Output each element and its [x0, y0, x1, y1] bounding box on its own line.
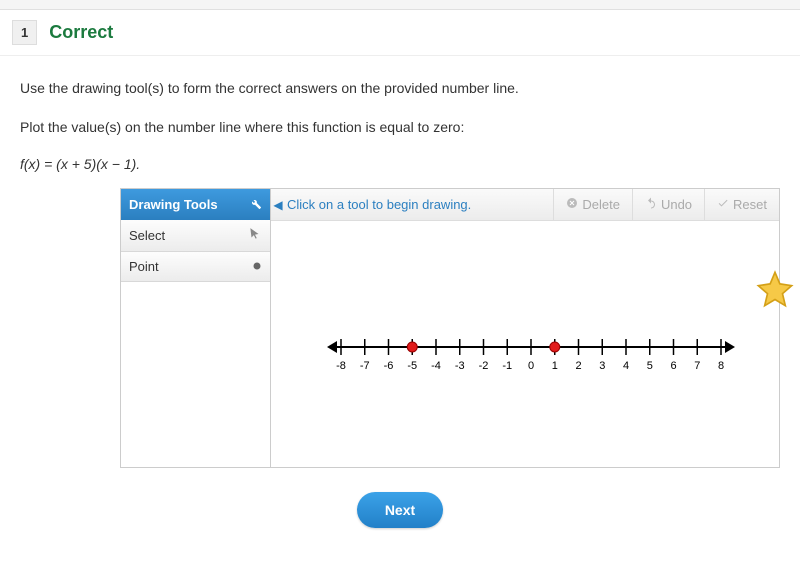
svg-text:7: 7	[694, 360, 700, 372]
wrench-icon	[248, 196, 262, 213]
instruction-line-1: Use the drawing tool(s) to form the corr…	[20, 78, 780, 99]
undo-label: Undo	[661, 197, 692, 212]
delete-label: Delete	[582, 197, 620, 212]
number-line[interactable]: -8 -7 -6 -5 -4 -3 -2 -1 0 1 2 3 4 5 6 7 8	[321, 329, 741, 382]
svg-text:-3: -3	[455, 360, 465, 372]
formula: f(x) = (x + 5)(x − 1).	[20, 156, 780, 172]
status-label: Correct	[49, 22, 113, 43]
question-number: 1	[12, 20, 37, 45]
tool-label: Select	[129, 228, 165, 243]
tools-panel: Drawing Tools Select Point	[121, 189, 271, 467]
svg-text:-1: -1	[502, 360, 512, 372]
delete-button[interactable]: Delete	[553, 189, 632, 220]
canvas-area[interactable]: ◀ Click on a tool to begin drawing. Dele…	[271, 189, 779, 467]
tools-title: Drawing Tools	[129, 197, 218, 212]
svg-text:-7: -7	[360, 360, 370, 372]
svg-text:4: 4	[623, 360, 629, 372]
reset-button[interactable]: Reset	[704, 189, 779, 220]
plotted-point[interactable]	[550, 342, 560, 352]
undo-button[interactable]: Undo	[632, 189, 704, 220]
hint-text: Click on a tool to begin drawing.	[285, 197, 553, 212]
tool-select[interactable]: Select	[121, 220, 270, 252]
delete-icon	[566, 197, 578, 212]
star-icon	[755, 269, 795, 312]
collapse-handle-icon[interactable]: ◀	[271, 198, 285, 212]
canvas-toolbar: ◀ Click on a tool to begin drawing. Dele…	[271, 189, 779, 221]
svg-text:6: 6	[670, 360, 676, 372]
plotted-point[interactable]	[407, 342, 417, 352]
workspace: Drawing Tools Select Point	[120, 188, 780, 468]
svg-text:5: 5	[647, 360, 653, 372]
undo-icon	[645, 197, 657, 212]
svg-text:-4: -4	[431, 360, 441, 372]
next-button[interactable]: Next	[357, 492, 443, 528]
svg-text:-6: -6	[384, 360, 394, 372]
svg-text:-5: -5	[407, 360, 417, 372]
svg-text:8: 8	[718, 360, 724, 372]
point-icon	[252, 259, 262, 274]
instruction-line-2: Plot the value(s) on the number line whe…	[20, 117, 780, 138]
tool-point[interactable]: Point	[121, 252, 270, 282]
cursor-icon	[248, 227, 262, 244]
svg-text:-8: -8	[336, 360, 346, 372]
tools-header: Drawing Tools	[121, 189, 270, 220]
svg-text:0: 0	[528, 360, 534, 372]
question-header: 1 Correct	[0, 10, 800, 56]
reset-icon	[717, 197, 729, 212]
reset-label: Reset	[733, 197, 767, 212]
svg-text:1: 1	[552, 360, 558, 372]
svg-text:3: 3	[599, 360, 605, 372]
svg-text:-2: -2	[479, 360, 489, 372]
tool-label: Point	[129, 259, 159, 274]
svg-text:2: 2	[575, 360, 581, 372]
